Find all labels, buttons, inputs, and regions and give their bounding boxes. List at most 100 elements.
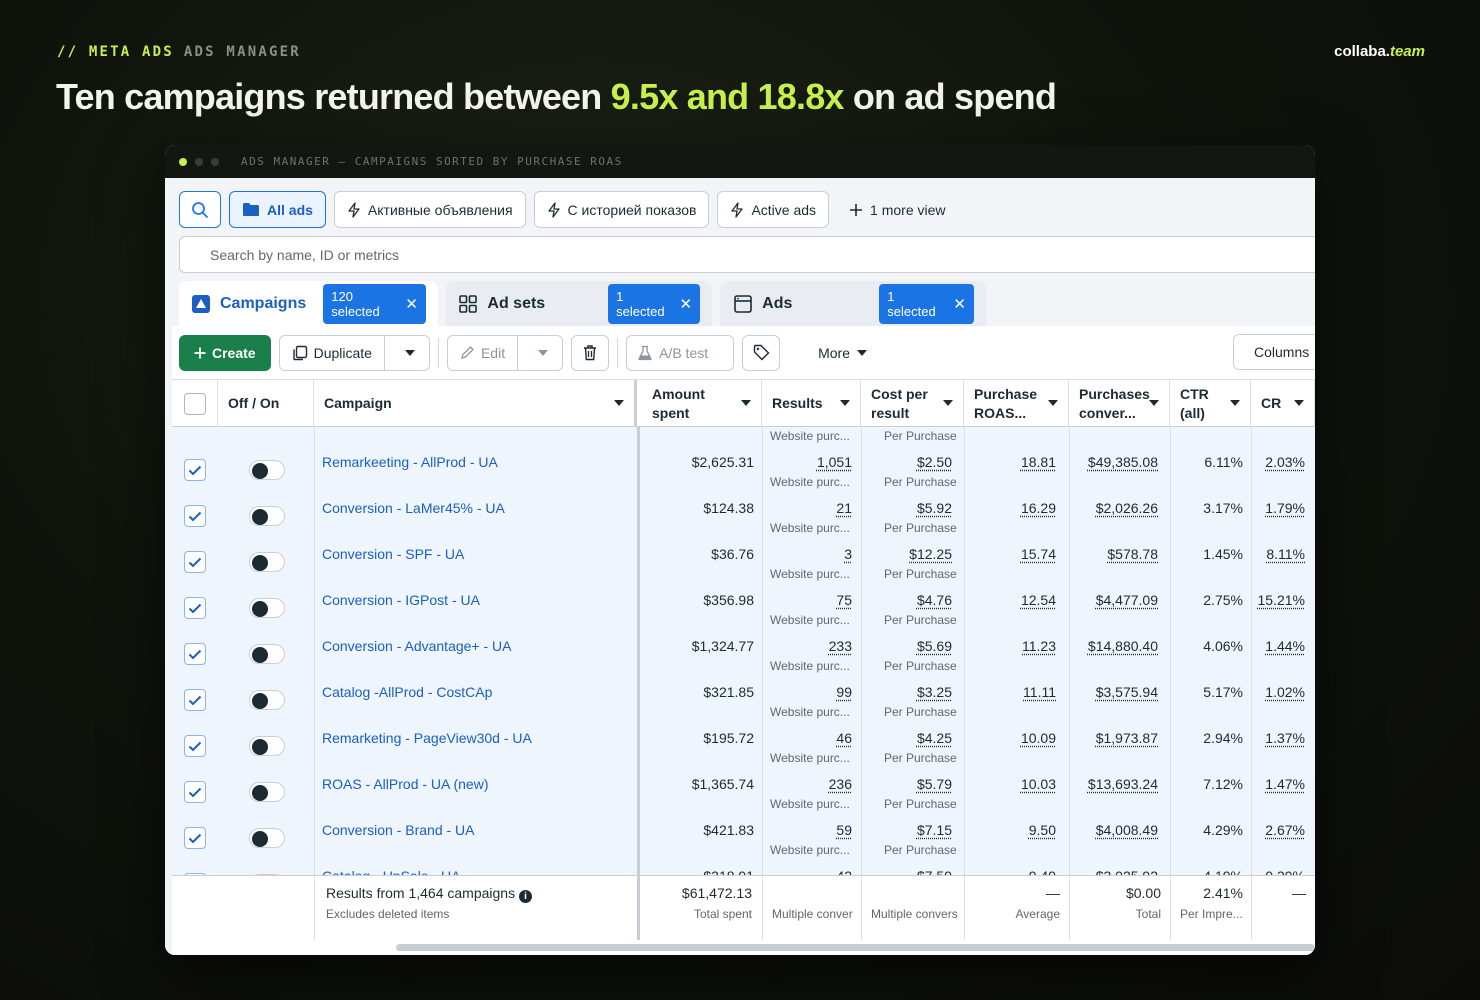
header-purchases-conversion[interactable]: Purchases conver... bbox=[1069, 380, 1170, 427]
info-icon[interactable]: i bbox=[518, 890, 532, 903]
campaign-name-link[interactable]: Conversion - LaMer45% - UA bbox=[322, 500, 505, 516]
tab-campaigns[interactable]: Campaigns 120 selected ✕ bbox=[179, 281, 438, 326]
purchases-conversion-value[interactable]: $13,693.24 bbox=[1088, 776, 1158, 792]
row-checkbox[interactable] bbox=[184, 505, 206, 527]
ab-test-button[interactable]: A/B test bbox=[626, 334, 735, 371]
row-checkbox[interactable] bbox=[184, 689, 206, 711]
select-all-checkbox[interactable] bbox=[183, 392, 206, 415]
header-campaign[interactable]: Campaign bbox=[314, 380, 637, 427]
purchase-roas[interactable]: 11.23 bbox=[1022, 638, 1056, 654]
campaign-toggle[interactable] bbox=[249, 690, 285, 710]
header-results[interactable]: Results bbox=[762, 380, 861, 427]
duplicate-dropdown[interactable] bbox=[391, 336, 429, 370]
campaign-name-link[interactable]: ROAS - AllProd - UA (new) bbox=[322, 776, 489, 792]
close-icon[interactable]: ✕ bbox=[953, 295, 966, 313]
results-value[interactable]: 3 bbox=[844, 546, 852, 562]
row-checkbox[interactable] bbox=[184, 827, 206, 849]
table-row[interactable]: Conversion - SPF - UA $36.76 3 Website purc… bbox=[172, 543, 1315, 589]
campaign-name-link[interactable]: Remarketing - PageView30d - UA bbox=[322, 730, 532, 746]
purchases-conversion-value[interactable]: $3,575.94 bbox=[1096, 684, 1158, 700]
selection-pill[interactable]: 1 selected ✕ bbox=[879, 283, 974, 324]
results-value[interactable]: 21 bbox=[836, 500, 852, 516]
cr-value[interactable]: 1.79% bbox=[1265, 500, 1305, 516]
purchases-conversion-value[interactable]: $3,025.92 bbox=[1096, 868, 1158, 875]
table-row[interactable]: Remarkeeting - AllProd - UA $2,625.31 1,05… bbox=[172, 451, 1315, 497]
row-checkbox[interactable] bbox=[184, 643, 206, 665]
cost-per-result[interactable]: $12.25 bbox=[909, 546, 952, 562]
more-button[interactable]: More bbox=[808, 334, 878, 371]
campaign-name-link[interactable]: Conversion - SPF - UA bbox=[322, 546, 464, 562]
create-button[interactable]: Create bbox=[179, 334, 271, 371]
view-active-ads[interactable]: Active ads bbox=[717, 191, 830, 228]
row-checkbox[interactable] bbox=[184, 551, 206, 573]
cr-value[interactable]: 15.21% bbox=[1258, 592, 1305, 608]
selection-pill[interactable]: 120 selected ✕ bbox=[323, 283, 426, 324]
row-checkbox[interactable] bbox=[184, 735, 206, 757]
campaign-toggle[interactable] bbox=[249, 828, 285, 848]
cost-per-result[interactable]: $7.59 bbox=[917, 868, 952, 875]
table-row[interactable]: ROAS - AllProd - UA (new) $1,365.74 236 Web… bbox=[172, 773, 1315, 819]
header-cost-per-result[interactable]: Cost per result bbox=[861, 380, 964, 427]
purchase-roas[interactable]: 9.50 bbox=[1029, 822, 1056, 838]
table-row[interactable]: Catalog - UpSale - UA$318.9142Website pu… bbox=[172, 865, 1315, 875]
campaign-toggle[interactable] bbox=[249, 598, 285, 618]
campaign-name-link[interactable]: Remarkeeting - AllProd - UA bbox=[322, 454, 498, 470]
cost-per-result[interactable]: $2.50 bbox=[917, 454, 952, 470]
header-amount-spent[interactable]: Amount spent bbox=[642, 380, 762, 427]
table-row[interactable]: Conversion - Brand - UA $421.83 59 Website … bbox=[172, 819, 1315, 865]
cost-per-result[interactable]: $5.79 bbox=[917, 776, 952, 792]
results-value[interactable]: 236 bbox=[829, 776, 852, 792]
horizontal-scrollbar[interactable] bbox=[396, 944, 1315, 951]
search-input[interactable]: Search by name, ID or metrics bbox=[179, 236, 1315, 273]
close-icon[interactable]: ✕ bbox=[679, 295, 692, 313]
purchases-conversion-value[interactable]: $4,008.49 bbox=[1096, 822, 1158, 838]
campaign-name-link[interactable]: Conversion - Advantage+ - UA bbox=[322, 638, 512, 654]
table-row[interactable]: Conversion - IGPost - UA $356.98 75 Website… bbox=[172, 589, 1315, 635]
tab-ads[interactable]: Ads 1 selected ✕ bbox=[720, 281, 986, 326]
header-cr[interactable]: CR bbox=[1251, 380, 1315, 427]
table-row[interactable]: Catalog -AllProd - CostCAp $321.85 99 Websi… bbox=[172, 681, 1315, 727]
results-value[interactable]: 42 bbox=[836, 868, 852, 875]
header-purchase-roas[interactable]: Purchase ROAS... bbox=[964, 380, 1069, 427]
campaign-toggle[interactable] bbox=[249, 644, 285, 664]
purchases-conversion-value[interactable]: $2,026.26 bbox=[1096, 500, 1158, 516]
results-value[interactable]: 99 bbox=[836, 684, 852, 700]
purchases-conversion-value[interactable]: $4,477.09 bbox=[1096, 592, 1158, 608]
results-value[interactable]: 1,051 bbox=[817, 454, 852, 470]
purchase-roas[interactable]: 9.49 bbox=[1029, 868, 1056, 875]
cr-value[interactable]: 8.11% bbox=[1266, 546, 1305, 562]
results-value[interactable]: 233 bbox=[829, 638, 852, 654]
purchase-roas[interactable]: 15.74 bbox=[1021, 546, 1056, 562]
purchases-conversion-value[interactable]: $49,385.08 bbox=[1088, 454, 1158, 470]
campaign-toggle[interactable] bbox=[249, 460, 285, 480]
purchase-roas[interactable]: 10.09 bbox=[1021, 730, 1056, 746]
edit-button[interactable]: Edit bbox=[446, 334, 564, 371]
purchase-roas[interactable]: 18.81 bbox=[1021, 454, 1056, 470]
purchase-roas[interactable]: 11.11 bbox=[1023, 684, 1056, 700]
campaign-name-link[interactable]: Catalog -AllProd - CostCAp bbox=[322, 684, 492, 700]
results-value[interactable]: 46 bbox=[836, 730, 852, 746]
campaign-toggle[interactable] bbox=[249, 736, 285, 756]
tag-button[interactable] bbox=[742, 334, 781, 371]
table-row[interactable]: Conversion - LaMer45% - UA $124.38 21 Websi… bbox=[172, 497, 1315, 543]
cr-value[interactable]: 1.37% bbox=[1265, 730, 1305, 746]
edit-dropdown[interactable] bbox=[524, 336, 562, 370]
row-checkbox[interactable] bbox=[184, 597, 206, 619]
cr-value[interactable]: 1.02% bbox=[1265, 684, 1305, 700]
cost-per-result[interactable]: $3.25 bbox=[917, 684, 952, 700]
delete-button[interactable] bbox=[571, 334, 610, 371]
tab-ad-sets[interactable]: Ad sets 1 selected ✕ bbox=[446, 281, 712, 326]
row-checkbox[interactable] bbox=[184, 459, 206, 481]
cost-per-result[interactable]: $5.92 bbox=[917, 500, 952, 516]
more-views-button[interactable]: 1 more view bbox=[837, 191, 957, 228]
row-checkbox[interactable] bbox=[184, 781, 206, 803]
cr-value[interactable]: 2.67% bbox=[1265, 822, 1305, 838]
close-icon[interactable]: ✕ bbox=[405, 295, 418, 313]
table-row[interactable]: Conversion - Advantage+ - UA $1,324.77 233… bbox=[172, 635, 1315, 681]
campaign-toggle[interactable] bbox=[249, 506, 285, 526]
cost-per-result[interactable]: $4.25 bbox=[917, 730, 952, 746]
campaign-toggle[interactable] bbox=[249, 552, 285, 572]
purchase-roas[interactable]: 12.54 bbox=[1021, 592, 1056, 608]
cr-value[interactable]: 2.03% bbox=[1265, 454, 1305, 470]
cr-value[interactable]: 1.44% bbox=[1265, 638, 1305, 654]
